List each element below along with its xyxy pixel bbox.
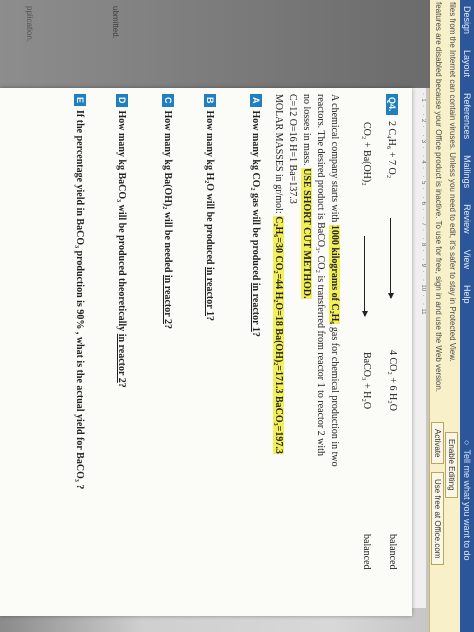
inactive-product-message: features are disabled because your Offic… bbox=[434, 2, 443, 392]
tab-view[interactable]: View bbox=[462, 250, 472, 269]
highlight-shortcut: USE SHORT CUT METHOD. bbox=[301, 168, 312, 299]
problem-line-2: reactors. The desired product is BaCO₃. … bbox=[315, 94, 326, 456]
question-c-badge: C bbox=[162, 94, 174, 107]
tell-me-box[interactable]: ○ Tell me what you want to do bbox=[460, 440, 474, 561]
tab-design[interactable]: Design bbox=[462, 6, 472, 34]
question-d-underline: in reactor 2 bbox=[116, 333, 127, 383]
reaction-arrow-1 bbox=[390, 218, 391, 298]
highlight-1000kg: 1000 kilograms of C₂H₆ bbox=[329, 224, 340, 325]
protected-view-message: files from the Internet can contain viru… bbox=[448, 2, 457, 362]
question-b-badge: B bbox=[204, 94, 216, 107]
equation-2-products: BaCO₃ + H₂O bbox=[361, 352, 372, 410]
question-d-text: How many kg BaCO₃ will be produced theor… bbox=[116, 110, 127, 334]
question-c-text: How many kg Ba(OH)₂ will be needed bbox=[162, 110, 173, 275]
enable-editing-button[interactable]: Enable Editing bbox=[445, 432, 458, 498]
equation-2-balanced: balanced bbox=[361, 534, 372, 570]
question-b-underline: in reactor 1 bbox=[204, 266, 215, 317]
atomic-masses: C=12 O=16 H=1 Ba=137.3 bbox=[287, 94, 298, 204]
equation-1-balanced: balanced bbox=[387, 534, 398, 570]
question-b: B How many kg H₂O will be produced in rea… bbox=[204, 94, 216, 321]
highlight-molar-masses: C₂H₆=30 CO₂=44 H₂O=18 Ba(OH)₂=171.3 BaCO… bbox=[273, 216, 284, 454]
panel-text-submitted: ubmitted. bbox=[111, 6, 120, 39]
question-e-text: If the percentage yield in BaCO₃ product… bbox=[74, 110, 85, 490]
ribbon-tabs: Design Layout References Mailings Review… bbox=[460, 6, 474, 303]
question-d-end: ? bbox=[116, 382, 127, 388]
document-page[interactable]: Q4. 2 C₄H₆ + 7 O₂ 4 CO₂ + 6 H₂O balanced… bbox=[0, 88, 412, 616]
question-a-badge: A bbox=[250, 94, 262, 107]
protected-view-bar: files from the Internet can contain viru… bbox=[429, 0, 460, 632]
question-d-badge: D bbox=[116, 94, 128, 107]
lightbulb-icon: ○ bbox=[462, 440, 472, 446]
question-e: E If the percentage yield in BaCO₃ produc… bbox=[74, 94, 86, 489]
question-b-text: How many kg H₂O will be produced bbox=[204, 110, 215, 267]
equation-1-reactants: 2 C₄H₆ + 7 O₂ bbox=[386, 121, 397, 179]
tab-layout[interactable]: Layout bbox=[462, 50, 472, 77]
q4-badge: Q4. bbox=[386, 94, 398, 115]
equation-2-reactants: CO₂ + Ba(OH)₂ bbox=[361, 122, 372, 186]
question-d: D How many kg BaCO₃ will be produced theo… bbox=[116, 94, 128, 388]
molar-masses: MOLAR MASSES in gr/mol: C₂H₆=30 CO₂=44 H… bbox=[273, 94, 284, 454]
tab-help[interactable]: Help bbox=[462, 285, 472, 304]
molar-masses-label: MOLAR MASSES in gr/mol: bbox=[273, 94, 284, 217]
question-a-end: ? bbox=[250, 331, 261, 337]
problem-text-3: no losses in mass. bbox=[301, 94, 312, 169]
tab-references[interactable]: References bbox=[462, 93, 472, 139]
horizontal-ruler[interactable]: · 1 · · 2 · · 3 · · 4 · · 5 · · 6 · · 7 … bbox=[411, 88, 426, 608]
use-free-button[interactable]: Use free at Office.com bbox=[431, 472, 444, 566]
equation-1-products: 4 CO₂ + 6 H₂O bbox=[387, 350, 398, 411]
equation-1-left: Q4. 2 C₄H₆ + 7 O₂ bbox=[386, 94, 398, 178]
question-a-underline: in reactor 1 bbox=[250, 282, 261, 332]
left-panel: ubmitted. bbox=[0, 0, 430, 88]
tab-mailings[interactable]: Mailings bbox=[462, 155, 472, 188]
activate-button[interactable]: Activate bbox=[431, 422, 444, 465]
problem-text-1b: gas for chemical production in two bbox=[329, 324, 340, 467]
photo-frame: Design Layout References Mailings Review… bbox=[0, 0, 474, 632]
panel-text-application: pplication. bbox=[25, 6, 34, 43]
question-a-text: How many kg CO₂ gas will be produced bbox=[250, 110, 261, 283]
question-b-end: ? bbox=[204, 316, 215, 322]
problem-line-3: no losses in mass. USE SHORT CUT METHOD. bbox=[301, 94, 312, 299]
question-c: C How many kg Ba(OH)₂ will be needed in r… bbox=[162, 94, 174, 329]
word-window: Design Layout References Mailings Review… bbox=[0, 0, 474, 632]
problem-text-1: A chemical company starts with bbox=[329, 94, 340, 225]
question-a: A How many kg CO₂ gas will be produced in… bbox=[250, 94, 262, 337]
tell-me-text: Tell me what you want to do bbox=[462, 449, 472, 561]
question-c-end: ? bbox=[162, 323, 173, 329]
tab-review[interactable]: Review bbox=[462, 204, 472, 234]
reaction-arrow-2 bbox=[364, 236, 365, 316]
question-c-underline: in reactor 2 bbox=[162, 274, 173, 324]
question-e-badge: E bbox=[74, 94, 86, 107]
problem-line-1: A chemical company starts with 1000 kilo… bbox=[329, 94, 340, 467]
